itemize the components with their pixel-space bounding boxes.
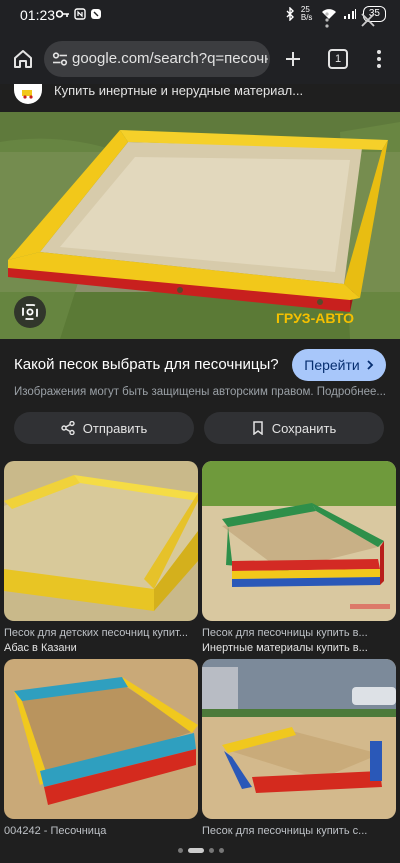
sandbox-photo [202,461,396,621]
status-time: 01:23 [20,7,56,23]
tab-switcher-button[interactable]: 1 [323,44,353,74]
related-thumbnail[interactable] [4,659,198,819]
visit-button[interactable]: Перейти [292,349,386,381]
related-thumbnail[interactable] [202,659,396,819]
sandbox-photo [202,659,396,819]
truck-logo-icon [22,90,33,99]
bookmark-icon [252,421,263,435]
copyright-notice[interactable]: Изображения могут быть защищены авторски… [14,386,386,398]
nfc-icon [74,8,86,20]
save-button[interactable]: Сохранить [204,412,384,444]
save-label: Сохранить [271,420,337,436]
related-caption[interactable]: Песок для детских песочниц купит... [4,627,198,639]
key-icon [56,10,69,18]
pager-dot [209,848,214,853]
related-thumbnail[interactable] [4,461,198,621]
share-label: Отправить [82,420,148,436]
related-source[interactable]: Абас в Казани [4,642,198,654]
image-watermark: ГРУЗ-АВТО [276,310,355,326]
tab-count: 1 [334,53,342,65]
sandbox-photo [4,659,198,819]
visit-button-label: Перейти [304,357,360,373]
source-row[interactable]: Купить инертные и нерудные материал... [0,83,400,112]
notification-icon [91,9,101,19]
share-icon [61,421,75,435]
new-tab-button[interactable] [278,44,308,74]
home-button[interactable] [8,44,38,74]
home-icon [14,50,32,68]
browser-menu-button[interactable] [364,44,394,74]
related-caption[interactable]: 004242 - Песочница [4,825,198,837]
more-options-icon[interactable] [322,12,332,28]
related-caption[interactable]: Песок для песочницы купить с... [202,825,396,837]
lens-icon [22,304,38,320]
source-title[interactable]: Купить инертные и нерудные материал... [54,83,303,98]
url-bar[interactable]: google.com/search?q=песочни [44,41,270,77]
hero-image[interactable]: ГРУЗ-АВТО [0,112,400,339]
close-icon[interactable] [360,12,376,28]
status-left-icons [56,8,102,20]
sandbox-photo [4,461,198,621]
tab-count-icon: 1 [328,49,348,69]
image-title[interactable]: Какой песок выбрать для песочницы? [14,356,279,373]
related-caption[interactable]: Песок для песочницы купить в... [202,627,396,639]
bluetooth-icon [286,7,294,21]
site-settings-icon[interactable] [52,52,68,66]
browser-toolbar: google.com/search?q=песочни 1 [0,32,400,88]
related-source[interactable]: Инертные материалы купить в... [202,642,396,654]
sandbox-photo [0,112,400,339]
url-text[interactable]: google.com/search?q=песочни [72,41,268,77]
carousel-indicator [178,848,224,853]
more-vert-icon [377,50,381,68]
pager-dot [178,848,183,853]
pager-dot [219,848,224,853]
share-button[interactable]: Отправить [14,412,194,444]
google-lens-button[interactable] [14,296,46,328]
plus-icon [286,52,300,66]
pager-dot-active [188,848,204,853]
status-bar: 01:23 25 B/s 35 [0,0,400,32]
net-speed: 25 B/s [300,5,313,22]
site-logo [14,84,42,104]
signal-icon [343,9,356,19]
related-thumbnail[interactable] [202,461,396,621]
chevron-right-icon [367,360,374,370]
